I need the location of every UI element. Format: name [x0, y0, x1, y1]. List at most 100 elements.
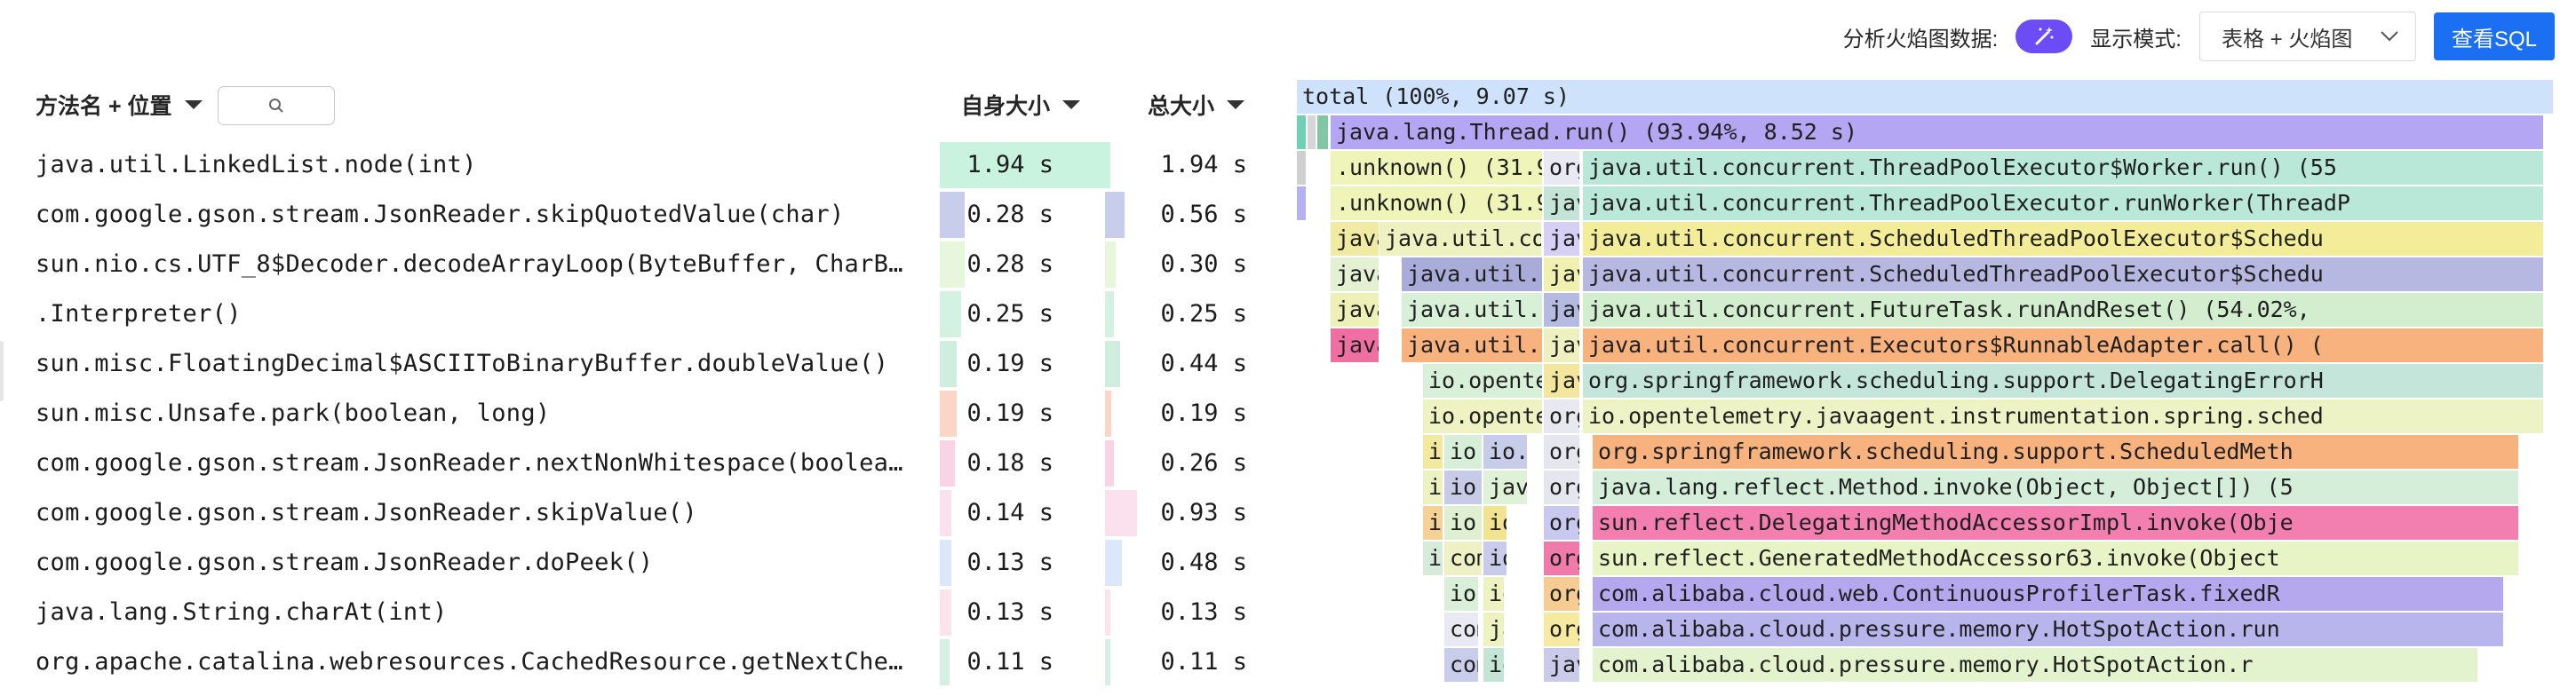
table-row[interactable]: com.google.gson.stream.JsonReader.nextNo… [0, 439, 1270, 488]
view-sql-button[interactable]: 查看SQL [2433, 12, 2555, 60]
search-input[interactable] [218, 86, 335, 125]
flame-frame[interactable]: java.uti [1331, 257, 1380, 291]
method-column-header[interactable]: 方法名 + 位置 [36, 87, 203, 123]
flame-frame[interactable]: io.o [1483, 542, 1508, 575]
flame-frame[interactable]: io. [1423, 542, 1444, 575]
flame-frame[interactable]: io.g [1444, 577, 1480, 611]
flame-frame[interactable]: java.util.concurrent.ThreadPoolExecutor$… [1583, 151, 2545, 185]
analyze-flame-toggle[interactable] [2015, 20, 2073, 53]
flame-frame[interactable]: java.lang.Thread.run() (93.94%, 8.52 s) [1331, 115, 2545, 149]
flame-frame[interactable]: java [1544, 293, 1581, 327]
self-size-value: 0.28 s [966, 201, 1053, 228]
flame-frame[interactable]: io.o [1423, 471, 1444, 504]
flame-frame[interactable]: java.util.concurrent [1402, 328, 1544, 362]
flame-frame[interactable]: java.u [1331, 328, 1380, 362]
flame-frame[interactable]: java [1544, 222, 1581, 256]
flame-frame[interactable]: java [1544, 364, 1581, 398]
total-size-value: 0.44 s [1160, 350, 1247, 377]
analyze-flame-label: 分析火焰图数据: [1842, 27, 1999, 51]
flame-frame[interactable]: java.util.concurrent [1402, 257, 1544, 291]
sort-caret-icon[interactable] [1227, 100, 1245, 109]
flame-frame[interactable]: io.o [1423, 435, 1444, 469]
table-row[interactable]: java.lang.String.charAt(int) 0.13 s 0.13 s [0, 588, 1270, 637]
display-mode-select[interactable]: 表格 + 火焰图 [2198, 12, 2416, 61]
flame-graph[interactable]: total (100%, 9.07 s) java.lang.Thread.run… [1297, 80, 2555, 696]
flame-frame[interactable]: java [1544, 257, 1581, 291]
table-row[interactable]: sun.misc.FloatingDecimal$ASCIIToBinaryBu… [0, 339, 1270, 389]
flame-frame[interactable]: io.o [1423, 506, 1444, 540]
self-size-value: 0.19 s [966, 350, 1053, 377]
flame-frame[interactable] [1297, 151, 1308, 185]
flame-frame[interactable]: java.lang.reflect.Method.invoke(Object, … [1593, 471, 2520, 504]
total-size-column-header[interactable]: 总大小 [1148, 87, 1245, 123]
flame-frame[interactable]: org [1544, 399, 1581, 433]
flame-frame[interactable]: java.util.concurrent.ScheduledThreadPool… [1583, 257, 2545, 291]
flame-frame[interactable]: com.alibaba.cloud.web.ContinuousProfiler… [1593, 577, 2505, 611]
flame-frame[interactable]: com.alibaba.cloud.pressure.memory.HotSpo… [1593, 648, 2479, 682]
flame-frame[interactable]: java.util.concurrent.FutureTask.runAndRe… [1583, 293, 2545, 327]
flame-frame[interactable]: io.ope [1483, 435, 1529, 469]
table-row[interactable]: .Interpreter() 0.25 s 0.25 s [0, 289, 1270, 339]
self-size-column-header[interactable]: 自身大小 [961, 87, 1081, 123]
flame-frame[interactable] [1308, 115, 1317, 149]
flame-frame[interactable]: java.util.concurrent.ThreadPoolExecutor.… [1583, 186, 2545, 220]
flame-frame[interactable]: io.ope [1444, 471, 1483, 504]
flame-frame[interactable]: com.g [1444, 542, 1483, 575]
flame-frame[interactable]: java.util.concurrent.ScheduledThreadPool… [1583, 222, 2545, 256]
table-row[interactable]: sun.misc.Unsafe.park(boolean, long) 0.19 … [0, 389, 1270, 439]
total-size-bar [1105, 589, 1110, 636]
flame-frame[interactable]: org.springframework.scheduling.support.S… [1593, 435, 2520, 469]
table-row[interactable]: com.google.gson.stream.JsonReader.doPeek… [0, 538, 1270, 588]
flame-frame[interactable] [1317, 115, 1330, 149]
table-row[interactable]: java.util.LinkedList.node(int) 1.94 s 1.94… [0, 140, 1270, 190]
flame-frame[interactable]: io.opentelemetr [1423, 364, 1544, 398]
sort-caret-icon[interactable] [184, 100, 203, 109]
flame-frame[interactable]: io. [1483, 577, 1506, 611]
flame-frame[interactable]: org.c [1544, 151, 1581, 185]
table-row[interactable]: sun.nio.cs.UTF_8$Decoder.decodeArrayLoop… [0, 240, 1270, 289]
flame-frame[interactable]: io.o [1444, 506, 1483, 540]
flame-frame[interactable]: io.ope [1444, 435, 1483, 469]
flame-frame[interactable]: .unknown() (31.97%, 2.90 s) [1331, 151, 1544, 185]
flame-frame[interactable]: org.springframework.scheduling.support.D… [1583, 364, 2545, 398]
table-row[interactable]: org.apache.catalina.webresources.CachedR… [0, 637, 1270, 687]
total-size-value: 0.13 s [1160, 598, 1247, 626]
table-row[interactable]: com.google.gson.stream.JsonReader.skipQu… [0, 190, 1270, 240]
flame-frame[interactable]: com [1444, 648, 1480, 682]
flame-frame[interactable]: io.opentelemetr [1423, 399, 1544, 433]
flame-frame[interactable]: total (100%, 9.07 s) [1297, 80, 2555, 114]
flame-frame[interactable]: io. [1483, 648, 1506, 682]
flame-frame[interactable]: io.opentelemetry.javaagent.instrumentati… [1583, 399, 2545, 433]
flame-frame[interactable]: java.util [1331, 222, 1380, 256]
flame-frame[interactable]: org [1544, 435, 1581, 469]
sort-caret-icon[interactable] [1062, 100, 1081, 109]
flame-frame[interactable]: org [1544, 577, 1581, 611]
flame-frame[interactable]: org [1544, 613, 1581, 646]
flame-frame[interactable]: java.util.concurrent.Sche [1379, 222, 1543, 256]
total-size-value: 0.25 s [1160, 300, 1247, 328]
flame-frame[interactable]: java.uti [1331, 293, 1380, 327]
flame-frame[interactable]: org [1544, 506, 1581, 540]
flame-frame[interactable]: java [1544, 648, 1581, 682]
flame-frame[interactable]: com.alibaba.cloud.pressure.memory.HotSpo… [1593, 613, 2505, 646]
flame-frame[interactable]: java.u [1483, 471, 1529, 504]
flame-frame[interactable]: java [1544, 328, 1581, 362]
flame-frame[interactable]: java [1544, 186, 1581, 220]
flame-frame[interactable]: com [1444, 613, 1480, 646]
flame-frame[interactable]: sun.reflect.DelegatingMethodAccessorImpl… [1593, 506, 2520, 540]
flame-frame[interactable] [1297, 186, 1308, 220]
flame-frame[interactable]: java.util.concurrent.Executors$RunnableA… [1583, 328, 2545, 362]
method-name: .Interpreter() [36, 300, 242, 328]
total-size-bar [1105, 142, 1110, 188]
flame-frame[interactable]: jav [1483, 613, 1506, 646]
flame-frame[interactable]: sun.reflect.GeneratedMethodAccessor63.in… [1593, 542, 2520, 575]
flame-frame[interactable]: org [1544, 542, 1581, 575]
flame-frame[interactable]: .unknown() (31.97%, 2.90 s) [1331, 186, 1544, 220]
flame-frame[interactable] [1297, 115, 1308, 149]
panel-resize-handle[interactable] [0, 341, 4, 401]
flame-frame[interactable]: org [1544, 471, 1581, 504]
table-row[interactable]: com.google.gson.stream.JsonReader.skipVa… [0, 488, 1270, 538]
total-size-bar [1105, 291, 1114, 337]
flame-frame[interactable]: io.o [1483, 506, 1508, 540]
flame-frame[interactable]: java.util.concurrent [1402, 293, 1544, 327]
